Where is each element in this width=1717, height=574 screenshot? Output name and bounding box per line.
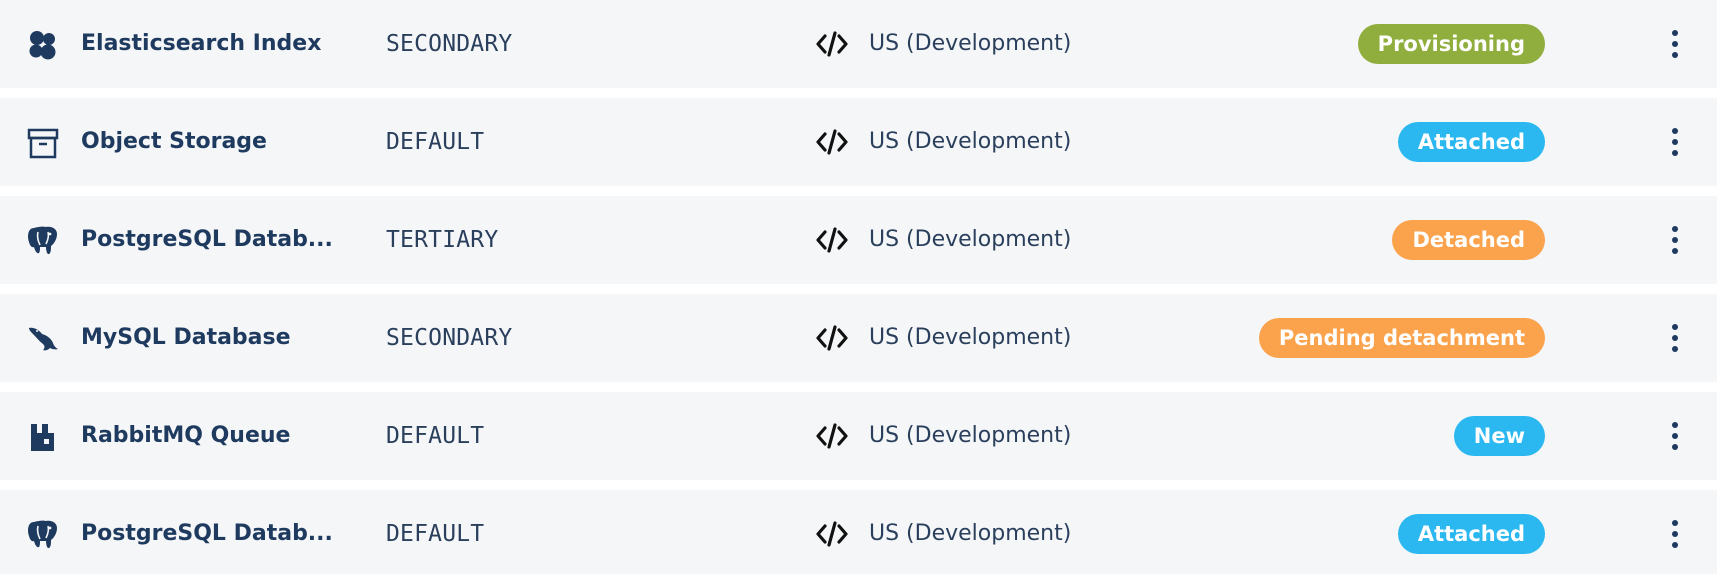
service-name: RabbitMQ Queue [81, 423, 291, 448]
service-instance-list: Elasticsearch Index SECONDARY US (Develo… [0, 0, 1717, 574]
service-name: PostgreSQL Datab... [81, 227, 333, 252]
status-badge: New [1453, 416, 1545, 456]
service-name: PostgreSQL Datab... [81, 521, 333, 546]
list-item[interactable]: PostgreSQL Datab... TERTIARY US (Develop… [0, 196, 1717, 284]
region-label: US (Development) [869, 227, 1072, 252]
service-name: MySQL Database [81, 325, 291, 350]
list-item[interactable]: RabbitMQ Queue DEFAULT US (Development) … [0, 392, 1717, 480]
elasticsearch-icon [26, 28, 60, 62]
status-badge: Detached [1392, 220, 1545, 260]
plan-label: DEFAULT [386, 521, 485, 547]
code-icon [816, 519, 848, 549]
region-label: US (Development) [869, 521, 1072, 546]
plan-label: SECONDARY [386, 31, 513, 57]
code-icon [816, 323, 848, 353]
postgresql-elephant-icon [26, 518, 60, 552]
code-icon [816, 127, 848, 157]
more-vertical-icon[interactable] [1661, 24, 1689, 64]
region-label: US (Development) [869, 129, 1072, 154]
region-label: US (Development) [869, 423, 1072, 448]
archive-box-icon [26, 126, 60, 160]
status-badge: Attached [1397, 514, 1545, 554]
mysql-dolphin-icon [26, 322, 60, 356]
service-name: Object Storage [81, 129, 267, 154]
region-label: US (Development) [869, 325, 1072, 350]
list-item[interactable]: Elasticsearch Index SECONDARY US (Develo… [0, 0, 1717, 88]
plan-label: SECONDARY [386, 325, 513, 351]
more-vertical-icon[interactable] [1661, 220, 1689, 260]
rabbitmq-icon [26, 420, 60, 454]
code-icon [816, 29, 848, 59]
more-vertical-icon[interactable] [1661, 514, 1689, 554]
list-item[interactable]: Object Storage DEFAULT US (Development) … [0, 98, 1717, 186]
list-item[interactable]: MySQL Database SECONDARY US (Development… [0, 294, 1717, 382]
more-vertical-icon[interactable] [1661, 416, 1689, 456]
plan-label: DEFAULT [386, 423, 485, 449]
plan-label: DEFAULT [386, 129, 485, 155]
list-item[interactable]: PostgreSQL Datab... DEFAULT US (Developm… [0, 490, 1717, 574]
code-icon [816, 421, 848, 451]
status-badge: Provisioning [1357, 24, 1545, 64]
status-badge: Pending detachment [1258, 318, 1545, 358]
status-badge: Attached [1397, 122, 1545, 162]
region-label: US (Development) [869, 31, 1072, 56]
service-name: Elasticsearch Index [81, 31, 322, 56]
postgresql-elephant-icon [26, 224, 60, 258]
more-vertical-icon[interactable] [1661, 122, 1689, 162]
code-icon [816, 225, 848, 255]
plan-label: TERTIARY [386, 227, 499, 253]
more-vertical-icon[interactable] [1661, 318, 1689, 358]
